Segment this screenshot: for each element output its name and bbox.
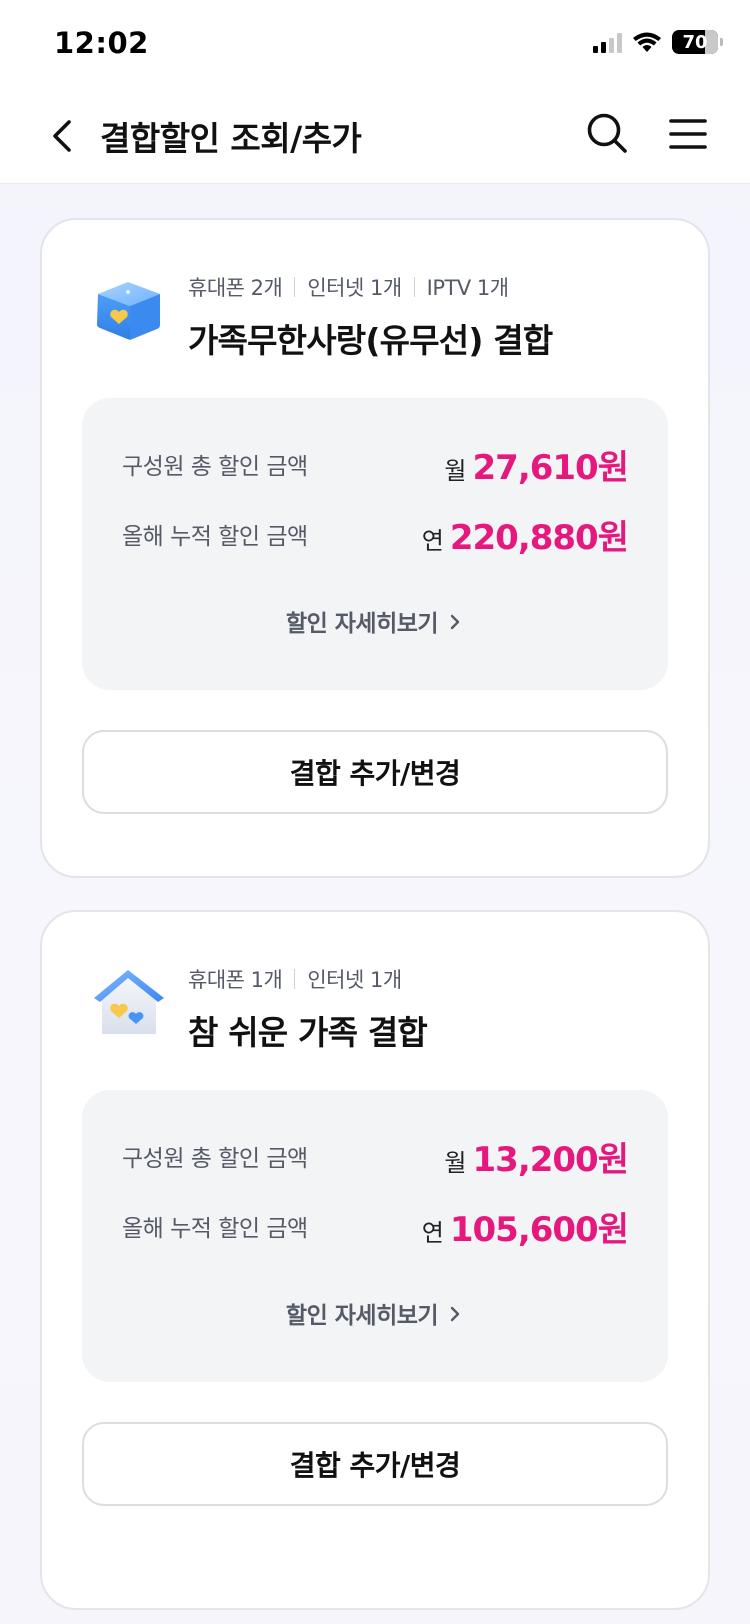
bundle-title: 참 쉬운 가족 결합 xyxy=(188,1013,428,1052)
tag-divider xyxy=(413,277,415,297)
row-value: 연 105,600원 xyxy=(421,1202,629,1251)
search-button[interactable] xyxy=(584,110,630,156)
row-prefix: 월 xyxy=(444,1148,467,1177)
row-value: 연 220,880원 xyxy=(421,510,629,559)
house-hearts-icon xyxy=(94,970,164,1034)
monthly-discount-row: 구성원 총 할인 금액 월 27,610원 xyxy=(122,440,629,489)
tag-mobile: 휴대폰 1개 xyxy=(188,968,283,992)
row-label: 올해 누적 할인 금액 xyxy=(122,524,308,550)
row-label: 구성원 총 할인 금액 xyxy=(122,1146,308,1172)
bundle-title: 가족무한사랑(유무선) 결합 xyxy=(188,321,553,360)
back-button[interactable] xyxy=(42,114,82,158)
yearly-discount-row: 올해 누적 할인 금액 연 105,600원 xyxy=(122,1202,629,1251)
bundle-card: 휴대폰 1개 인터넷 1개 참 쉬운 가족 결합 구성원 총 할인 금액 월 1… xyxy=(40,910,710,1610)
monthly-discount-row: 구성원 총 할인 금액 월 13,200원 xyxy=(122,1132,629,1181)
row-value: 월 27,610원 xyxy=(444,440,629,489)
yearly-discount-amount: 220,880원 xyxy=(449,517,629,558)
tag-iptv: IPTV 1개 xyxy=(426,276,509,300)
tag-divider xyxy=(294,969,296,989)
tag-internet: 인터넷 1개 xyxy=(307,276,402,300)
status-icons: 70 xyxy=(593,30,723,54)
yearly-discount-amount: 105,600원 xyxy=(449,1209,629,1250)
chevron-right-icon xyxy=(450,614,460,630)
search-icon xyxy=(587,113,627,153)
discount-summary: 구성원 총 할인 금액 월 27,610원 올해 누적 할인 금액 연 220,… xyxy=(82,398,668,690)
page-title: 결합할인 조회/추가 xyxy=(100,119,362,158)
battery-icon: 70 xyxy=(672,30,723,54)
row-value: 월 13,200원 xyxy=(444,1132,629,1181)
detail-link-label: 할인 자세히보기 xyxy=(285,1303,439,1329)
yearly-discount-row: 올해 누적 할인 금액 연 220,880원 xyxy=(122,510,629,559)
monthly-discount-amount: 13,200원 xyxy=(472,1139,629,1180)
discount-detail-link[interactable]: 할인 자세히보기 xyxy=(82,604,668,638)
tag-internet: 인터넷 1개 xyxy=(307,968,402,992)
row-prefix: 연 xyxy=(421,1218,444,1247)
menu-button[interactable] xyxy=(666,112,710,156)
tag-divider xyxy=(294,277,296,297)
bundle-tags: 휴대폰 2개 인터넷 1개 IPTV 1개 xyxy=(188,272,509,302)
menu-icon xyxy=(669,119,707,149)
row-label: 구성원 총 할인 금액 xyxy=(122,454,308,480)
bundle-add-change-button[interactable]: 결합 추가/변경 xyxy=(82,1422,668,1506)
row-prefix: 월 xyxy=(444,456,467,485)
detail-link-label: 할인 자세히보기 xyxy=(285,611,439,637)
discount-summary: 구성원 총 할인 금액 월 13,200원 올해 누적 할인 금액 연 105,… xyxy=(82,1090,668,1382)
status-time: 12:02 xyxy=(54,26,149,60)
back-icon xyxy=(53,120,71,152)
gift-box-heart-icon xyxy=(97,282,160,340)
discount-detail-link[interactable]: 할인 자세히보기 xyxy=(82,1296,668,1330)
row-prefix: 연 xyxy=(421,526,444,555)
bundle-add-change-button[interactable]: 결합 추가/변경 xyxy=(82,730,668,814)
monthly-discount-amount: 27,610원 xyxy=(472,447,629,488)
chevron-right-icon xyxy=(450,1306,460,1322)
status-bar: 12:02 70 xyxy=(0,0,750,90)
tag-mobile: 휴대폰 2개 xyxy=(188,276,283,300)
top-header: 결합할인 조회/추가 xyxy=(0,90,750,184)
bundle-tags: 휴대폰 1개 인터넷 1개 xyxy=(188,964,402,994)
cellular-signal-icon xyxy=(593,31,622,53)
battery-percent: 70 xyxy=(682,31,708,53)
bundle-card: 휴대폰 2개 인터넷 1개 IPTV 1개 가족무한사랑(유무선) 결합 구성원… xyxy=(40,218,710,878)
wifi-icon xyxy=(633,32,661,52)
row-label: 올해 누적 할인 금액 xyxy=(122,1216,308,1242)
